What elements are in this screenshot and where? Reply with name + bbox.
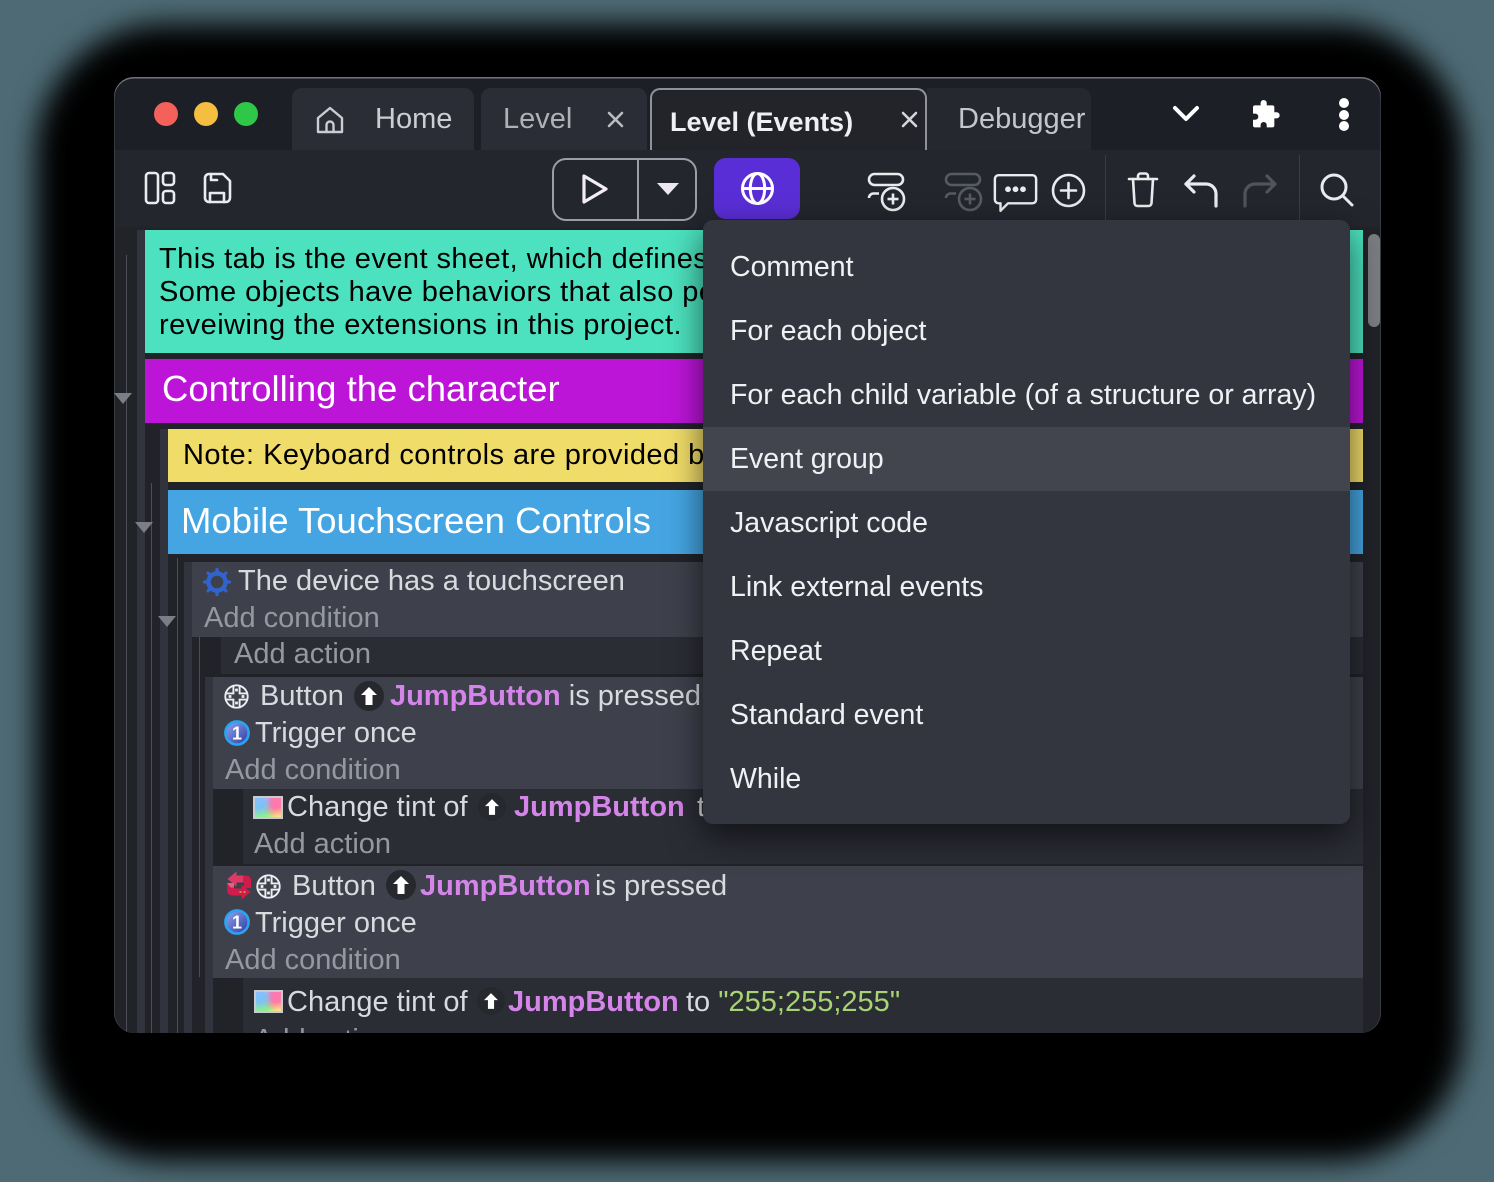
svg-text:1: 1 [232,913,242,933]
svg-text:1: 1 [232,724,242,744]
